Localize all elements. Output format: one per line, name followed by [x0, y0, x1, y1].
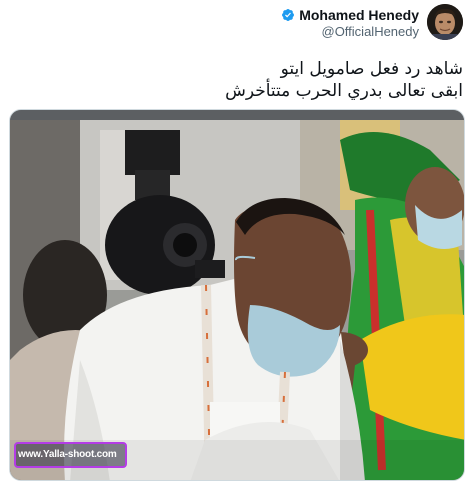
- author-names[interactable]: Mohamed Henedy @OfficialHenedy: [281, 7, 419, 40]
- avatar[interactable]: [427, 4, 463, 40]
- tweet-text-line: ابقى تعالى بدري الحرب متتأخرش: [225, 81, 463, 101]
- author-handle[interactable]: @OfficialHenedy: [322, 24, 420, 40]
- watermark-label: www.Yalla-shoot.com: [14, 442, 127, 468]
- video-frame-image: [10, 110, 464, 480]
- tweet-text-line: شاهد رد فعل صامويل ايتو: [280, 59, 463, 79]
- tweet-text: شاهد رد فعل صامويل ايتو ابقى تعالى بدري …: [23, 58, 463, 102]
- tweet-card[interactable]: Mohamed Henedy @OfficialHenedy شاهد رد ف…: [0, 0, 473, 482]
- tweet-media-video[interactable]: www.Yalla-shoot.com: [9, 109, 465, 481]
- author-display-name[interactable]: Mohamed Henedy: [299, 7, 419, 23]
- author-name-row[interactable]: Mohamed Henedy: [281, 7, 419, 23]
- verified-badge-icon: [281, 8, 295, 22]
- tweet-header: Mohamed Henedy @OfficialHenedy: [281, 4, 463, 44]
